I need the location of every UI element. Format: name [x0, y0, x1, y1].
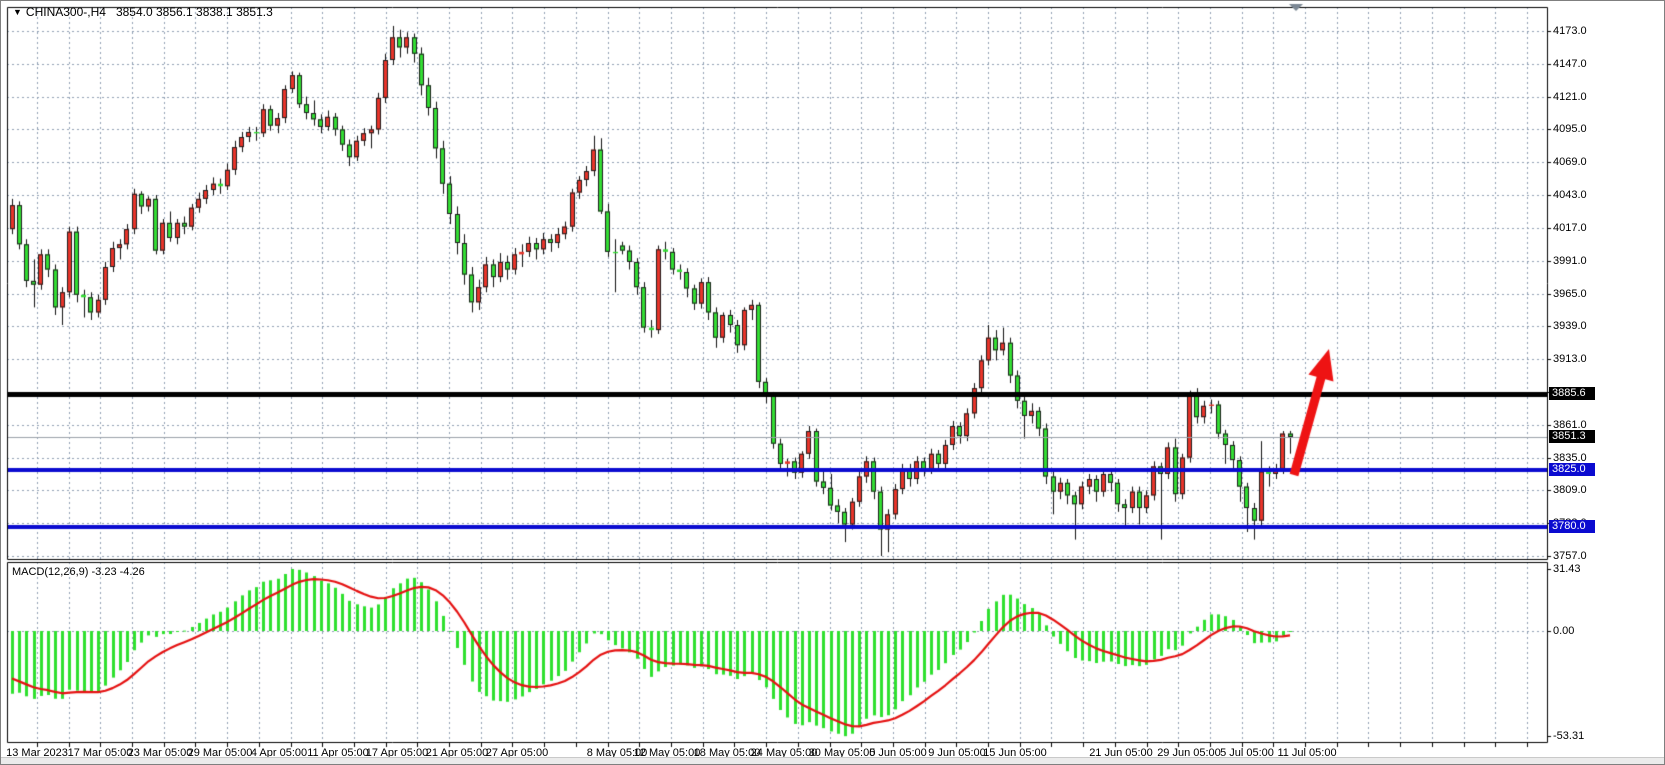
macd-tick-label: -53.31	[1553, 730, 1584, 742]
price-tick-label: 3835.0	[1553, 452, 1587, 464]
price-line-badge: 3851.3	[1549, 430, 1595, 443]
macd-indicator-label: MACD(12,26,9) -3.23 -4.26	[12, 566, 145, 578]
price-line-badge: 3885.6	[1549, 387, 1595, 400]
price-chart-canvas[interactable]	[1, 1, 1664, 764]
price-tick-label: 4043.0	[1553, 189, 1587, 201]
ohlc-values: 3854.0 3856.1 3838.1 3851.3	[116, 5, 273, 19]
price-tick-label: 3965.0	[1553, 288, 1587, 300]
price-tick-label: 3913.0	[1553, 353, 1587, 365]
price-line-badge: 3825.0	[1549, 463, 1595, 476]
price-tick-label: 3757.0	[1553, 550, 1587, 562]
price-tick-label: 3861.0	[1553, 419, 1587, 431]
price-tick-label: 3991.0	[1553, 255, 1587, 267]
price-tick-label: 4095.0	[1553, 123, 1587, 135]
chart-symbol-title: ▼ CHINA300-,H4 3854.0 3856.1 3838.1 3851.3	[13, 5, 273, 19]
price-tick-label: 4017.0	[1553, 222, 1587, 234]
price-tick-label: 3939.0	[1553, 320, 1587, 332]
window-bottom-edge	[1, 757, 1664, 764]
macd-name: MACD(12,26,9)	[12, 566, 88, 578]
macd-tick-label: 0.00	[1553, 625, 1574, 637]
symbol-timeframe-label: CHINA300-,H4	[26, 5, 106, 19]
price-tick-label: 4173.0	[1553, 25, 1587, 37]
symbol-dropdown-icon[interactable]: ▼	[13, 7, 22, 17]
price-tick-label: 4069.0	[1553, 156, 1587, 168]
price-tick-label: 4147.0	[1553, 58, 1587, 70]
price-line-badge: 3780.0	[1549, 520, 1595, 533]
macd-current-values: -3.23 -4.26	[91, 566, 144, 578]
macd-tick-label: 31.43	[1553, 563, 1581, 575]
price-tick-label: 4121.0	[1553, 91, 1587, 103]
mt4-chart-window: ▼ CHINA300-,H4 3854.0 3856.1 3838.1 3851.3…	[0, 0, 1665, 765]
price-tick-label: 3809.0	[1553, 484, 1587, 496]
